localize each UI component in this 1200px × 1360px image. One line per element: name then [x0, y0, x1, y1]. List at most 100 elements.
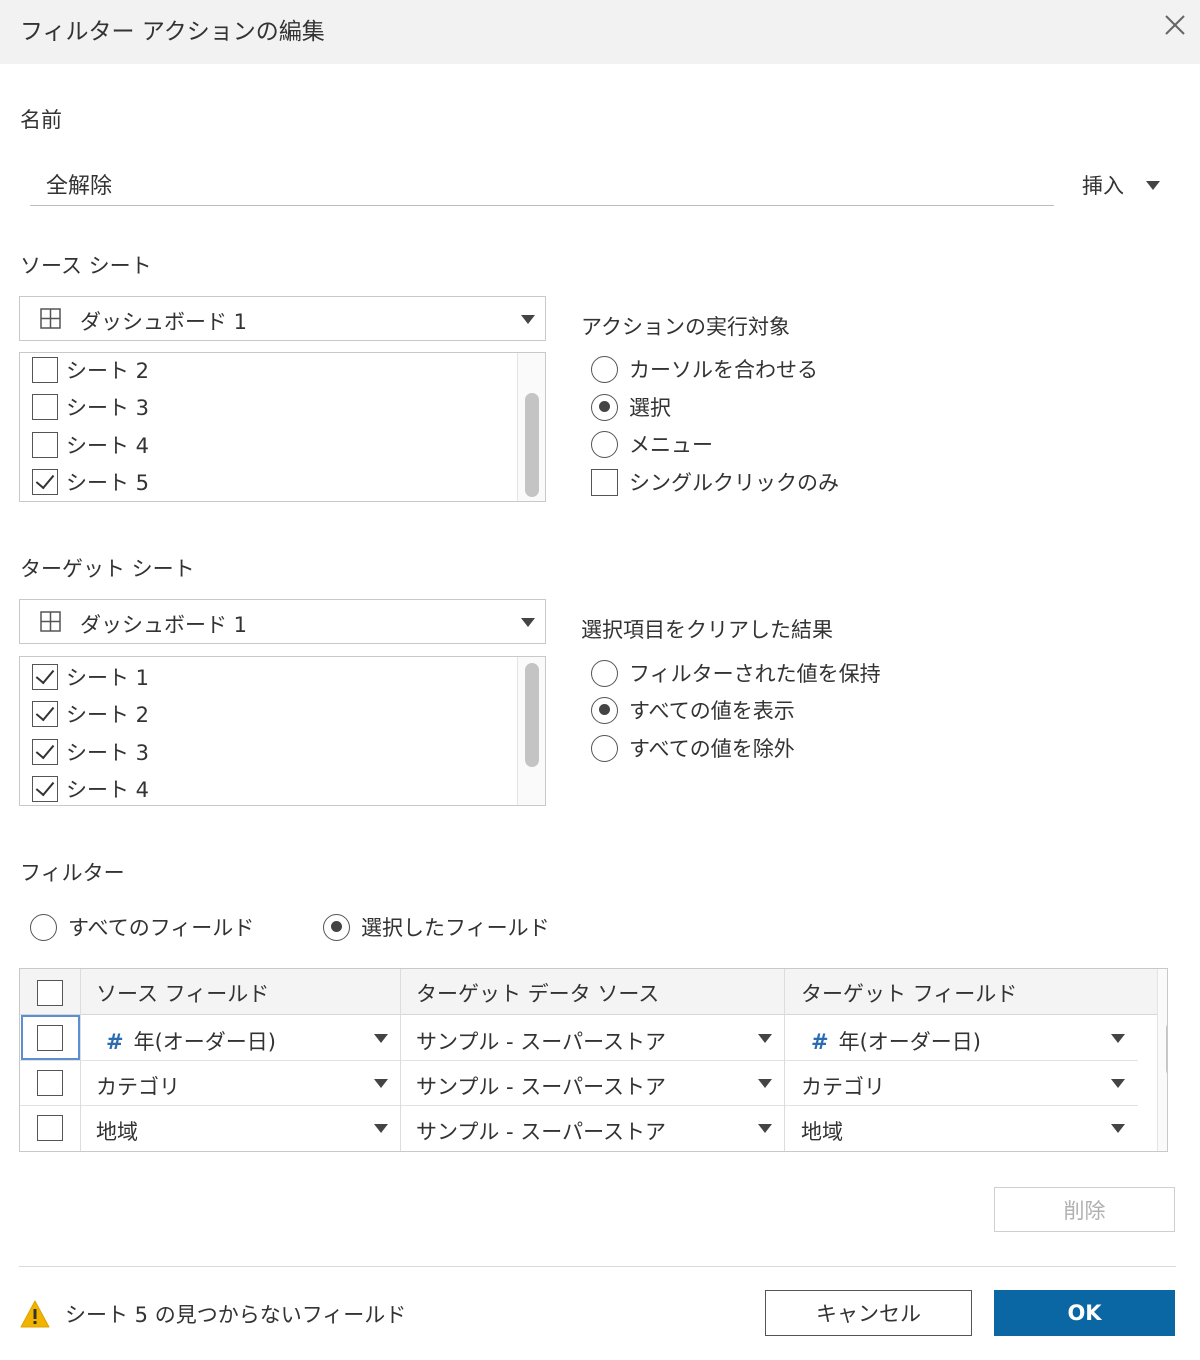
scrollbar-thumb[interactable]	[1166, 1021, 1167, 1077]
source-sheet-checkbox[interactable]	[32, 357, 58, 383]
chevron-down-icon[interactable]	[1111, 1079, 1125, 1088]
chevron-down-icon[interactable]	[374, 1124, 388, 1133]
source-sheet-item-label: シート 2	[66, 359, 150, 383]
source-field-dropdown[interactable]: カテゴリ	[96, 1071, 180, 1101]
source-sheet-dropdown[interactable]: ダッシュボード 1	[19, 296, 546, 341]
source-sheet-item[interactable]: シート 3	[32, 392, 149, 422]
source-sheet-label: ソース シート	[20, 254, 152, 278]
radio-label: 選択したフィールド	[361, 916, 550, 940]
radio-exclude-all[interactable]: すべての値を除外	[591, 733, 795, 763]
chevron-down-icon[interactable]	[758, 1079, 772, 1088]
ok-button[interactable]: OK	[994, 1290, 1175, 1336]
source-field-dropdown[interactable]: # 年(オーダー日)	[106, 1026, 276, 1056]
radio-label: すべての値を表示	[629, 699, 795, 723]
chevron-down-icon[interactable]	[374, 1034, 388, 1043]
chevron-down-icon[interactable]	[1111, 1034, 1125, 1043]
column-header[interactable]: ソース フィールド	[96, 978, 269, 1008]
radio-button[interactable]	[591, 430, 618, 458]
radio-label: 選択	[629, 396, 671, 420]
chevron-down-icon[interactable]	[1111, 1124, 1125, 1133]
close-icon[interactable]	[1160, 10, 1190, 40]
radio-button[interactable]	[591, 659, 618, 687]
source-sheet-scrollbar[interactable]	[517, 353, 545, 501]
target-field-dropdown[interactable]: 地域	[801, 1116, 843, 1146]
target-sheet-item[interactable]: シート 1	[32, 662, 149, 692]
source-sheet-item[interactable]: シート 5	[32, 467, 149, 497]
source-sheet-value: ダッシュボード 1	[80, 310, 248, 334]
target-sheet-checkbox[interactable]	[32, 701, 58, 727]
target-sheet-item-label: シート 3	[66, 741, 150, 765]
radio-button[interactable]	[591, 355, 618, 383]
insert-dropdown[interactable]: 挿入	[1082, 170, 1160, 200]
table-scrollbar[interactable]	[1157, 969, 1167, 1151]
target-data-source-dropdown[interactable]: サンプル - スーパーストア	[416, 1071, 666, 1101]
target-sheet-item-label: シート 4	[66, 778, 150, 802]
select-all-checkbox[interactable]	[37, 980, 63, 1006]
target-sheet-label: ターゲット シート	[20, 557, 195, 581]
single-click-option[interactable]: シングルクリックのみ	[591, 467, 839, 497]
column-header[interactable]: ターゲット データ ソース	[416, 978, 659, 1008]
radio-show-all[interactable]: すべての値を表示	[591, 695, 795, 725]
radio-button[interactable]	[591, 734, 618, 762]
radio-select[interactable]: 選択	[591, 392, 671, 422]
warning-text: シート 5 の見つからないフィールド	[65, 1303, 407, 1327]
row-checkbox[interactable]	[37, 1025, 63, 1051]
cancel-button[interactable]: キャンセル	[765, 1290, 972, 1336]
chevron-down-icon[interactable]	[374, 1079, 388, 1088]
source-sheet-item[interactable]: シート 4	[32, 430, 149, 460]
target-sheet-item[interactable]: シート 2	[32, 699, 149, 729]
missing-fields-warning: シート 5 の見つからないフィールド	[19, 1299, 406, 1329]
radio-hover[interactable]: カーソルを合わせる	[591, 354, 818, 384]
scrollbar-thumb[interactable]	[525, 393, 539, 497]
chevron-down-icon[interactable]	[758, 1124, 772, 1133]
dialog-title-bar: フィルター アクションの編集	[0, 0, 1200, 64]
source-field-dropdown[interactable]: 地域	[96, 1116, 138, 1146]
column-divider	[400, 969, 401, 1151]
column-header[interactable]: ターゲット フィールド	[801, 978, 1017, 1008]
name-input[interactable]	[30, 162, 1054, 206]
radio-menu[interactable]: メニュー	[591, 429, 713, 459]
row-divider	[20, 1060, 1138, 1061]
target-sheet-scrollbar[interactable]	[517, 657, 545, 805]
radio-all-fields[interactable]: すべてのフィールド	[30, 912, 254, 942]
row-checkbox[interactable]	[37, 1115, 63, 1141]
target-data-source-dropdown[interactable]: サンプル - スーパーストア	[416, 1116, 666, 1146]
source-sheet-item[interactable]: シート 2	[32, 355, 149, 385]
source-sheet-checkbox[interactable]	[32, 432, 58, 458]
target-field-value: 年(オーダー日)	[838, 1030, 981, 1054]
delete-button[interactable]: 削除	[994, 1187, 1175, 1232]
row-checkbox[interactable]	[37, 1070, 63, 1096]
source-field-value: 年(オーダー日)	[133, 1030, 276, 1054]
radio-keep-filtered[interactable]: フィルターされた値を保持	[591, 658, 881, 688]
radio-button[interactable]	[323, 913, 350, 941]
target-sheet-checkbox[interactable]	[32, 776, 58, 802]
target-sheet-item-label: シート 1	[66, 666, 150, 690]
target-sheet-item[interactable]: シート 3	[32, 737, 149, 767]
source-sheet-checkbox[interactable]	[32, 394, 58, 420]
source-sheet-list: シート 2 シート 3 シート 4 シート 5	[19, 352, 546, 502]
target-sheet-item[interactable]: シート 4	[32, 774, 149, 804]
radio-label: カーソルを合わせる	[629, 358, 818, 382]
radio-button[interactable]	[591, 393, 618, 421]
source-sheet-checkbox[interactable]	[32, 469, 58, 495]
radio-button[interactable]	[30, 913, 57, 941]
chevron-down-icon[interactable]	[758, 1034, 772, 1043]
radio-label: すべての値を除外	[629, 737, 795, 761]
radio-label: フィルターされた値を保持	[629, 662, 881, 686]
target-sheet-checkbox[interactable]	[32, 664, 58, 690]
radio-button[interactable]	[591, 696, 618, 724]
scrollbar-thumb[interactable]	[525, 663, 539, 767]
single-click-checkbox[interactable]	[591, 468, 618, 496]
target-sheet-dropdown[interactable]: ダッシュボード 1	[19, 599, 546, 644]
measure-icon: #	[811, 1030, 829, 1054]
target-field-dropdown[interactable]: カテゴリ	[801, 1071, 885, 1101]
target-sheet-checkbox[interactable]	[32, 739, 58, 765]
source-sheet-item-label: シート 4	[66, 434, 150, 458]
source-sheet-item-label: シート 3	[66, 396, 150, 420]
dashboard-icon	[40, 611, 61, 632]
target-field-dropdown[interactable]: # 年(オーダー日)	[811, 1026, 981, 1056]
dashboard-icon	[40, 308, 61, 329]
target-data-source-dropdown[interactable]: サンプル - スーパーストア	[416, 1026, 666, 1056]
radio-selected-fields[interactable]: 選択したフィールド	[323, 912, 550, 942]
run-action-on-label: アクションの実行対象	[581, 315, 790, 339]
